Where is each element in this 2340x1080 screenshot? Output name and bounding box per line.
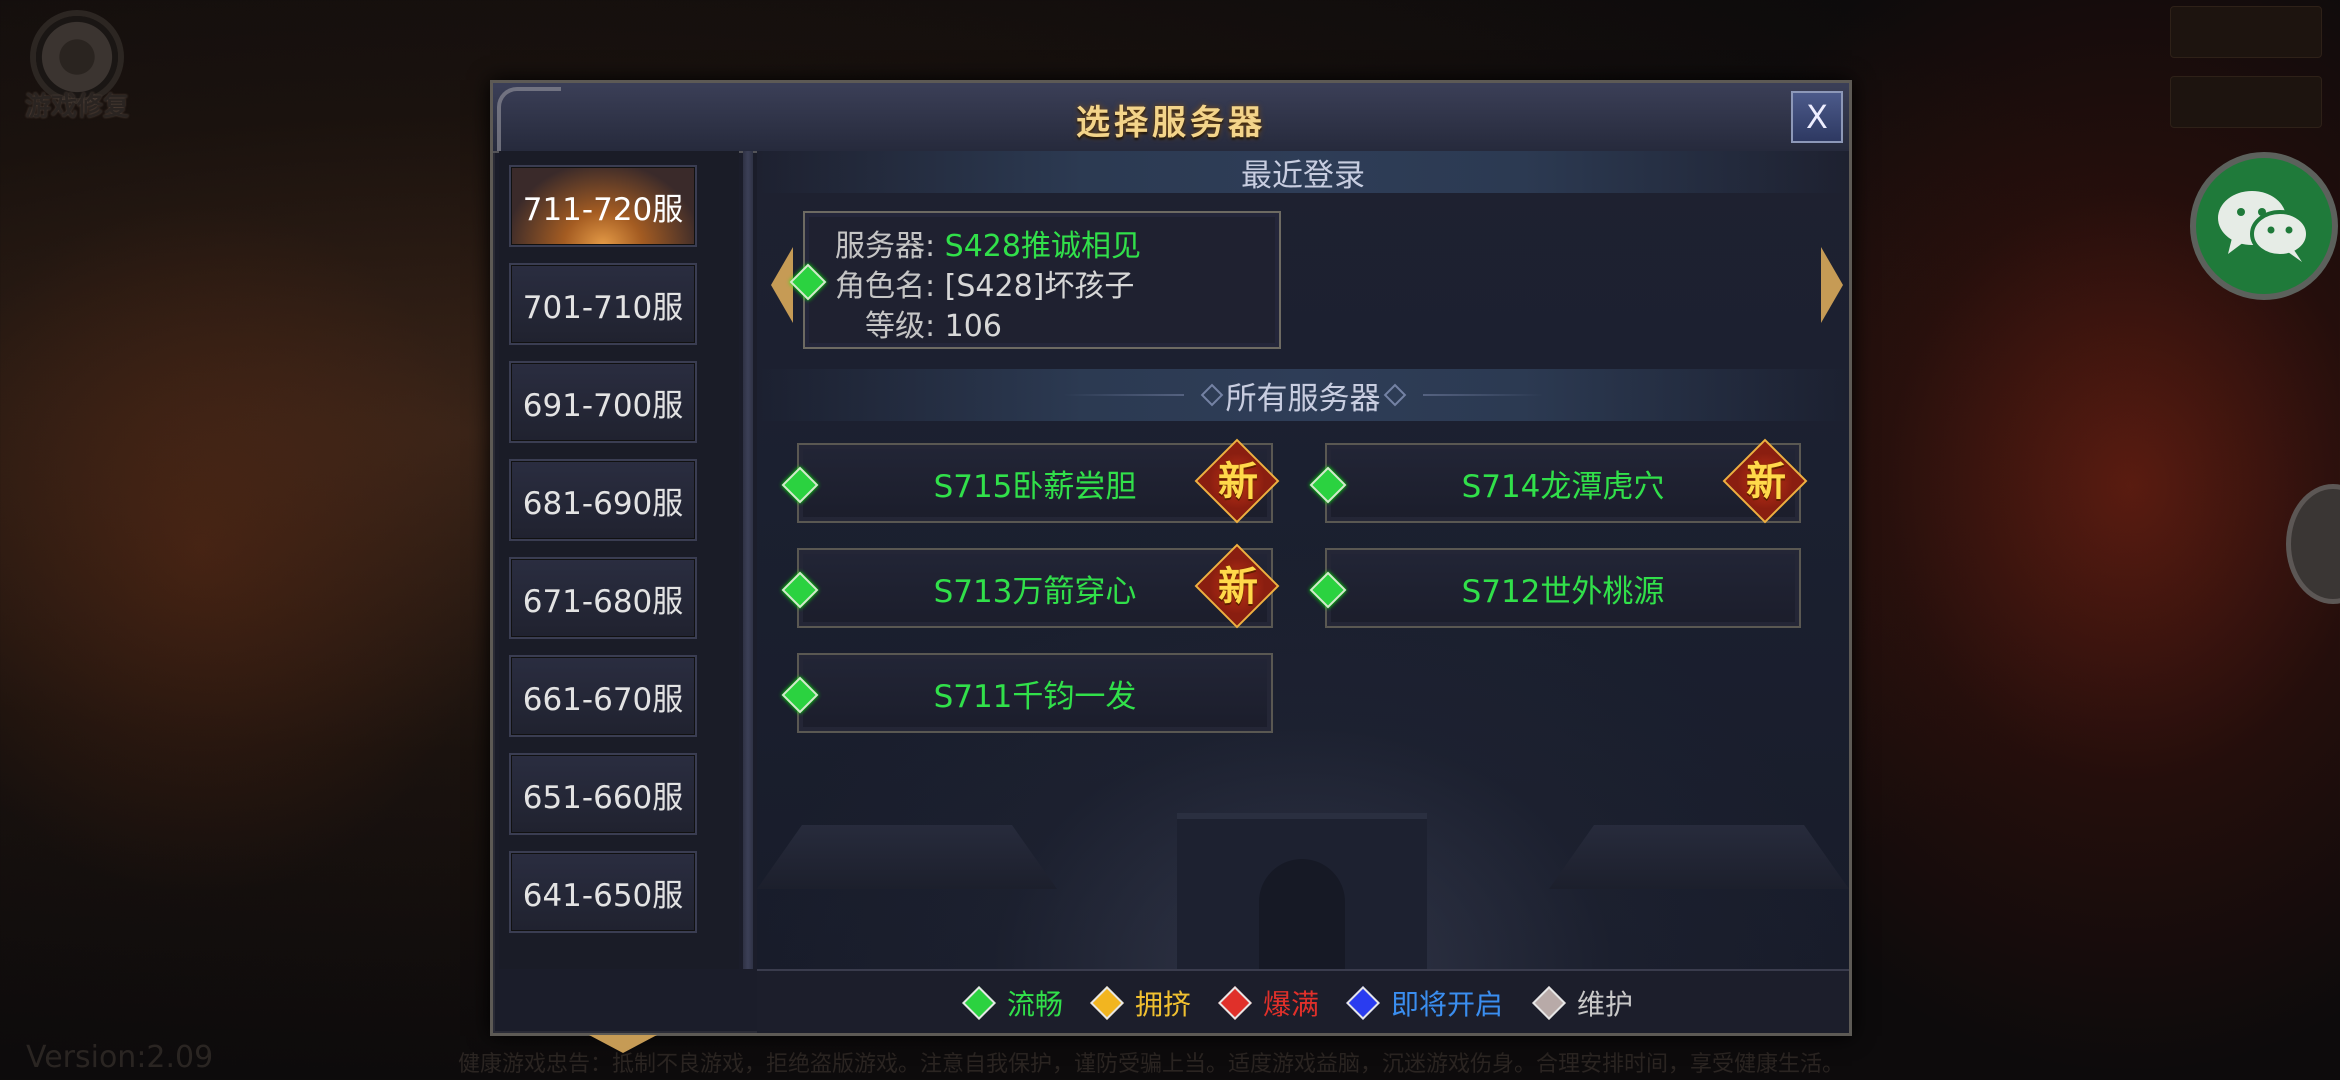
game-repair-label: 游戏修复 bbox=[24, 92, 129, 122]
server-button-s715[interactable]: S715卧薪尝胆 新 bbox=[781, 438, 1280, 524]
legend-crowded: 拥挤 bbox=[1090, 983, 1191, 1023]
dialog-title: 选择服务器 bbox=[1076, 103, 1266, 143]
group-711-720[interactable]: 711-720服 bbox=[509, 165, 697, 247]
recent-server-card[interactable]: 服务器: S428推诚相见 角色名: [S428]坏孩子 等级: 106 bbox=[789, 211, 1281, 349]
game-repair-button[interactable]: 游戏修复 bbox=[22, 16, 132, 123]
status-legend: 流畅 拥挤 爆满 即将开启 维护 bbox=[757, 969, 1849, 1033]
recent-login-heading: 最近登录 bbox=[757, 151, 1849, 194]
deco-diamond-icon bbox=[1383, 383, 1406, 407]
next-arrow-icon[interactable] bbox=[1821, 247, 1843, 323]
background-glow-left bbox=[0, 200, 500, 900]
version-label: Version:2.09 bbox=[26, 1040, 214, 1075]
deco-diamond-icon bbox=[1200, 383, 1223, 407]
recent-role-line: 角色名: [S428]坏孩子 bbox=[835, 269, 1135, 304]
all-servers-heading: 所有服务器 bbox=[757, 369, 1849, 421]
city-gate bbox=[1177, 813, 1427, 969]
group-641-650[interactable]: 641-650服 bbox=[509, 851, 697, 933]
gate-door bbox=[1259, 859, 1345, 969]
legend-opening-soon: 即将开启 bbox=[1346, 983, 1503, 1023]
recent-role-value: [S428]坏孩子 bbox=[944, 269, 1135, 304]
legend-full: 爆满 bbox=[1218, 983, 1319, 1023]
dialog-title-bar: 选择服务器 X bbox=[493, 83, 1849, 153]
health-notice: 健康游戏忠告：抵制不良游戏，拒绝盗版游戏。注意自我保护，谨防受骗上当。适度游戏益… bbox=[458, 1052, 1845, 1077]
green-diamond-icon bbox=[962, 986, 996, 1020]
group-701-710[interactable]: 701-710服 bbox=[509, 263, 697, 345]
server-button-s711[interactable]: S711千钧一发 bbox=[781, 653, 1273, 733]
recent-server-line: 服务器: S428推诚相见 bbox=[835, 229, 1141, 264]
group-691-700[interactable]: 691-700服 bbox=[509, 361, 697, 443]
blue-diamond-icon bbox=[1346, 986, 1380, 1020]
server-group-list: 711-720服 701-710服 691-700服 681-690服 671-… bbox=[499, 151, 739, 1053]
server-button-s713[interactable]: S713万箭穿心 新 bbox=[781, 543, 1280, 629]
group-681-690[interactable]: 681-690服 bbox=[509, 459, 697, 541]
top-right-button-1[interactable] bbox=[2170, 6, 2322, 58]
group-651-660[interactable]: 651-660服 bbox=[509, 753, 697, 835]
group-661-670[interactable]: 661-670服 bbox=[509, 655, 697, 737]
server-select-dialog: 选择服务器 X 711-720服 711-720服 701-710服 691-7… bbox=[490, 80, 1852, 1053]
red-diamond-icon bbox=[1218, 986, 1252, 1020]
new-badge-label: 新 bbox=[1746, 459, 1786, 505]
scroll-down-arrow-icon[interactable] bbox=[589, 1035, 657, 1053]
close-button[interactable]: X bbox=[1791, 91, 1843, 143]
status-diamond-icon bbox=[789, 263, 827, 301]
recent-level-value: 106 bbox=[944, 309, 1002, 344]
prev-arrow-icon[interactable] bbox=[771, 247, 793, 323]
legend-maintenance: 维护 bbox=[1532, 983, 1633, 1023]
wechat-icon bbox=[2218, 191, 2310, 262]
new-badge-label: 新 bbox=[1218, 459, 1258, 505]
legend-smooth: 流畅 bbox=[962, 983, 1063, 1023]
recent-level-line: 等级: 106 bbox=[865, 309, 1002, 344]
list-divider bbox=[743, 151, 753, 969]
server-button-s712[interactable]: S712世外桃源 bbox=[1309, 548, 1801, 628]
wechat-button[interactable] bbox=[2190, 152, 2338, 300]
top-right-button-2[interactable] bbox=[2170, 76, 2322, 128]
new-badge-label: 新 bbox=[1218, 564, 1258, 610]
yellow-diamond-icon bbox=[1090, 986, 1124, 1020]
server-content-panel: 最近登录 服务器: S428推诚相见 角色名: [S428]坏孩子 等级: 10… bbox=[757, 151, 1849, 969]
server-button-s714[interactable]: S714龙潭虎穴 新 bbox=[1309, 438, 1808, 524]
group-671-680[interactable]: 671-680服 bbox=[509, 557, 697, 639]
gray-diamond-icon bbox=[1532, 986, 1566, 1020]
recent-server-value: S428推诚相见 bbox=[944, 229, 1141, 264]
